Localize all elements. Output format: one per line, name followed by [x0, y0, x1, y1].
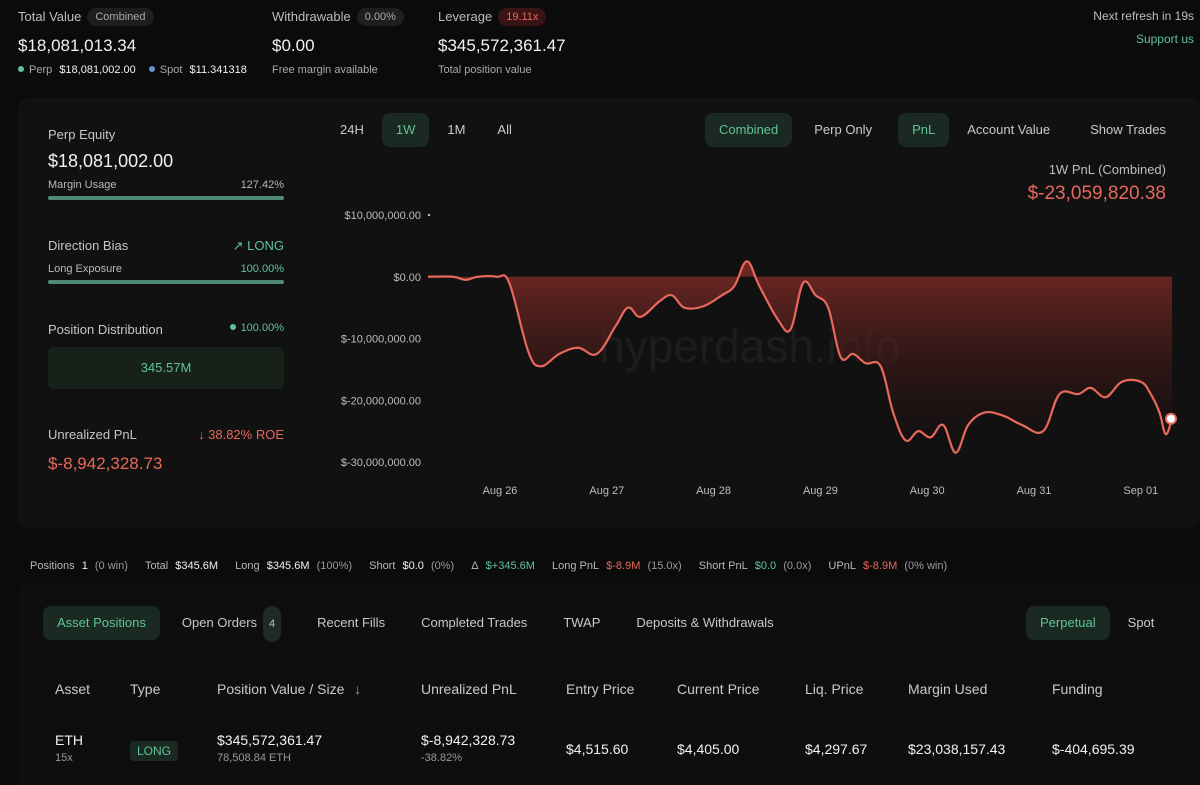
position-tabs: Asset Positions Open Orders 4 Recent Fill…	[43, 606, 788, 642]
tab-deposits-withdrawals[interactable]: Deposits & Withdrawals	[622, 606, 787, 640]
short-pct: (0%)	[430, 560, 455, 572]
y-tick-marker	[427, 213, 431, 217]
row-size: 78,508.84 ETH	[217, 752, 291, 764]
x-tick-label: Aug 26	[483, 485, 518, 497]
long-pnl-label: Long PnL	[551, 560, 600, 572]
x-tick-label: Aug 28	[696, 485, 731, 497]
upnl-value: $-8.9M	[863, 560, 898, 572]
x-tick-label: Aug 29	[803, 485, 838, 497]
y-tick-label: $-30,000,000.00	[341, 457, 421, 469]
row-asset: ETH	[55, 732, 83, 748]
tab-spot[interactable]: Spot	[1114, 606, 1169, 640]
col-asset[interactable]: Asset	[55, 681, 90, 697]
tab-twap[interactable]: TWAP	[549, 606, 614, 640]
open-orders-count: 4	[263, 606, 282, 642]
upnl-win: (0% win)	[904, 560, 948, 572]
row-margin-used: $23,038,157.43	[908, 741, 1006, 757]
positions-value: 1	[81, 560, 88, 572]
pnl-end-marker	[1165, 412, 1177, 425]
col-position-value[interactable]: Position Value / Size ↓	[217, 681, 361, 697]
long-pct: (100%)	[316, 560, 353, 572]
row-liq-price: $4,297.67	[805, 741, 868, 757]
col-margin-used[interactable]: Margin Used	[908, 681, 987, 697]
tab-asset-positions[interactable]: Asset Positions	[43, 606, 160, 640]
row-upnl-pct: -38.82%	[421, 752, 462, 764]
x-tick-label: Aug 27	[589, 485, 624, 497]
tab-open-orders[interactable]: Open Orders 4	[168, 606, 295, 642]
tab-completed-trades[interactable]: Completed Trades	[407, 606, 541, 640]
short-label: Short	[369, 560, 396, 572]
col-unrealized-pnl[interactable]: Unrealized PnL	[421, 681, 517, 697]
row-position-value: $345,572,361.47	[217, 732, 323, 748]
short-pnl-x: (0.0x)	[783, 560, 812, 572]
long-pnl-x: (15.0x)	[647, 560, 682, 572]
col-funding[interactable]: Funding	[1052, 681, 1103, 697]
y-tick-label: $-20,000,000.00	[341, 395, 421, 407]
long-pnl-value: $-8.9M	[606, 560, 641, 572]
positions-win: (0 win)	[94, 560, 128, 572]
row-type-badge: LONG	[130, 741, 179, 761]
row-entry-price: $4,515.60	[566, 741, 629, 757]
positions-label: Positions	[30, 560, 75, 572]
row-funding: $-404,695.39	[1052, 741, 1135, 757]
sort-desc-icon: ↓	[354, 681, 362, 697]
tab-recent-fills[interactable]: Recent Fills	[303, 606, 399, 640]
upnl-label: UPnL	[828, 560, 856, 572]
col-position-value-label: Position Value / Size	[217, 681, 345, 697]
col-entry-price[interactable]: Entry Price	[566, 681, 634, 697]
row-current-price: $4,405.00	[677, 741, 740, 757]
y-tick-label: $0.00	[393, 272, 421, 284]
market-type-tabs: Perpetual Spot	[1026, 606, 1168, 640]
long-value: $345.6M	[266, 560, 310, 572]
table-row[interactable]: ETH 15x LONG $345,572,361.47 78,508.84 E…	[0, 732, 1200, 776]
x-tick-label: Sep 01	[1123, 485, 1158, 497]
col-liq-price[interactable]: Liq. Price	[805, 681, 863, 697]
col-current-price[interactable]: Current Price	[677, 681, 759, 697]
x-tick-label: Aug 30	[910, 485, 945, 497]
y-tick-label: $10,000,000.00	[345, 210, 421, 222]
row-leverage: 15x	[55, 752, 73, 764]
delta-value: $+345.6M	[485, 560, 535, 572]
position-stats-strip: Positions 1 (0 win) Total $345.6M Long $…	[18, 552, 1200, 582]
total-label: Total	[144, 560, 169, 572]
tab-perpetual[interactable]: Perpetual	[1026, 606, 1110, 640]
tab-open-orders-label: Open Orders	[181, 615, 258, 630]
delta-label: Δ	[471, 560, 479, 572]
short-pnl-value: $0.0	[754, 560, 777, 572]
total-value: $345.6M	[175, 560, 219, 572]
y-axis: $10,000,000.00 $0.00 $-10,000,000.00 $-20,0…	[341, 210, 431, 469]
short-pnl-label: Short PnL	[698, 560, 748, 572]
long-label: Long	[235, 560, 260, 572]
x-axis: Aug 26 Aug 27 Aug 28 Aug 29 Aug 30 Aug 31 Sep …	[483, 485, 1159, 497]
y-tick-label: $-10,000,000.00	[341, 334, 421, 346]
row-upnl: $-8,942,328.73	[421, 732, 516, 748]
short-value: $0.0	[402, 560, 424, 572]
col-type[interactable]: Type	[130, 681, 160, 697]
x-tick-label: Aug 31	[1017, 485, 1052, 497]
